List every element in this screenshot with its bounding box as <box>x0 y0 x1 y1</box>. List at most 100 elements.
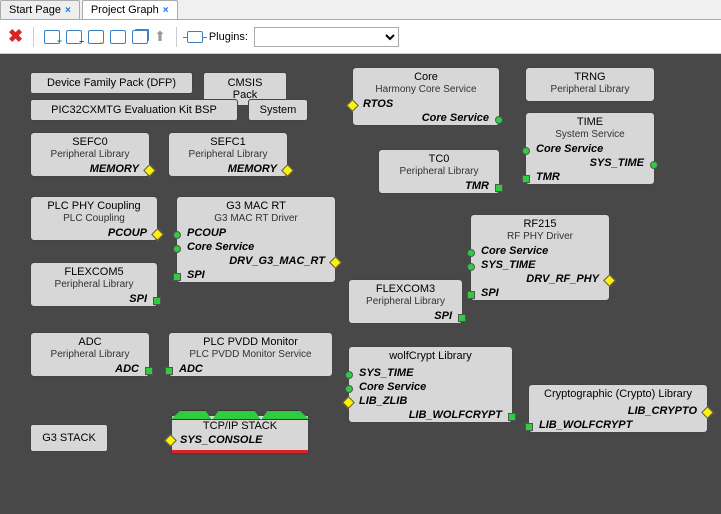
port-tmr: TMR <box>379 179 499 193</box>
square-port-icon[interactable] <box>522 175 530 183</box>
block-title: ADC <box>31 333 149 349</box>
block-title: wolfCrypt Library <box>349 347 512 366</box>
block-title: PLC PHY Coupling <box>31 197 157 213</box>
diamond-port-icon[interactable] <box>701 406 714 419</box>
component-icon[interactable] <box>110 30 126 44</box>
block-sefc0[interactable]: SEFC0 Peripheral Library MEMORY <box>30 132 150 177</box>
toolbar: ✖ ⬆ Plugins: <box>0 20 721 54</box>
block-subtitle: PLC Coupling <box>31 213 157 226</box>
block-g3mac[interactable]: G3 MAC RT G3 MAC RT Driver PCOUP Core Se… <box>176 196 336 283</box>
port-adc: ADC <box>31 362 149 376</box>
block-subtitle: Peripheral Library <box>31 349 149 362</box>
diamond-port-icon[interactable] <box>143 164 156 177</box>
block-title: SEFC0 <box>31 133 149 149</box>
tab-project-graph[interactable]: Project Graph × <box>82 0 178 19</box>
circle-port-icon[interactable] <box>650 161 658 169</box>
port-spi: SPI <box>177 268 335 282</box>
block-adc[interactable]: ADC Peripheral Library ADC <box>30 332 150 377</box>
circle-port-icon[interactable] <box>345 385 353 393</box>
port-lib-wolfcrypt: LIB_WOLFCRYPT <box>349 408 512 422</box>
block-sefc1[interactable]: SEFC1 Peripheral Library MEMORY <box>168 132 288 177</box>
diamond-port-icon[interactable] <box>281 164 294 177</box>
port-sys-time: SYS_TIME <box>349 366 512 380</box>
block-plcphy[interactable]: PLC PHY Coupling PLC Coupling PCOUP <box>30 196 158 241</box>
circle-port-icon[interactable] <box>345 371 353 379</box>
diamond-port-icon[interactable] <box>329 256 342 269</box>
plugins-label: Plugins: <box>209 31 248 43</box>
close-icon[interactable]: × <box>163 5 169 16</box>
block-pvdd[interactable]: PLC PVDD Monitor PLC PVDD Monitor Servic… <box>168 332 333 377</box>
diamond-port-icon[interactable] <box>603 274 616 287</box>
block-flexcom5[interactable]: FLEXCOM5 Peripheral Library SPI <box>30 262 158 307</box>
block-time[interactable]: TIME System Service Core Service SYS_TIM… <box>525 112 655 185</box>
port-spi: SPI <box>349 309 462 323</box>
tab-label: Start Page <box>9 4 61 16</box>
block-subtitle: Peripheral Library <box>349 296 462 309</box>
circle-port-icon[interactable] <box>522 147 530 155</box>
remove-component-icon[interactable] <box>66 30 82 44</box>
square-port-icon[interactable] <box>467 291 475 299</box>
square-port-icon[interactable] <box>508 413 516 421</box>
diamond-port-icon[interactable] <box>151 228 164 241</box>
circle-port-icon[interactable] <box>467 249 475 257</box>
delete-icon[interactable]: ✖ <box>8 26 23 47</box>
block-title: TIME <box>526 113 654 129</box>
block-flexcom3[interactable]: FLEXCOM3 Peripheral Library SPI <box>348 279 463 324</box>
btn-system[interactable]: System <box>248 99 308 121</box>
square-port-icon[interactable] <box>458 314 466 322</box>
circle-port-icon[interactable] <box>495 116 503 124</box>
square-port-icon[interactable] <box>145 367 153 375</box>
node-icon[interactable] <box>187 31 203 43</box>
block-rf215[interactable]: RF215 RF PHY Driver Core Service SYS_TIM… <box>470 214 610 301</box>
block-subtitle: Peripheral Library <box>169 149 287 162</box>
diamond-port-icon[interactable] <box>164 434 177 447</box>
graph-canvas[interactable]: Device Family Pack (DFP) CMSIS Pack PIC3… <box>0 54 721 514</box>
swap-component-icon[interactable] <box>88 30 104 44</box>
separator <box>33 27 34 47</box>
port-sys-time: SYS_TIME <box>471 258 609 272</box>
btn-dfp[interactable]: Device Family Pack (DFP) <box>30 72 193 94</box>
plugins-select[interactable] <box>254 27 399 47</box>
block-core[interactable]: Core Harmony Core Service RTOS Core Serv… <box>352 67 500 126</box>
port-tmr: TMR <box>526 170 654 184</box>
circle-port-icon[interactable] <box>467 263 475 271</box>
port-memory: MEMORY <box>169 162 287 176</box>
separator <box>176 27 177 47</box>
tab-label: Project Graph <box>91 4 159 16</box>
block-title: Core <box>353 68 499 84</box>
port-core-service: Core Service <box>526 142 654 156</box>
block-title: PLC PVDD Monitor <box>169 333 332 349</box>
tab-start-page[interactable]: Start Page × <box>0 0 80 19</box>
duplicate-icon[interactable] <box>132 30 148 44</box>
block-tcpip-stack[interactable]: TCP/IP STACK SYS_CONSOLE <box>170 414 310 455</box>
tab-bar: Start Page × Project Graph × <box>0 0 721 20</box>
circle-port-icon[interactable] <box>173 245 181 253</box>
block-tc0[interactable]: TC0 Peripheral Library TMR <box>378 149 500 194</box>
port-pcoup: PCOUP <box>177 226 335 240</box>
block-crypto[interactable]: Cryptographic (Crypto) Library LIB_CRYPT… <box>528 384 708 433</box>
block-subtitle: RF PHY Driver <box>471 231 609 244</box>
up-arrow-icon[interactable]: ⬆ <box>154 28 166 45</box>
add-component-icon[interactable] <box>44 30 60 44</box>
diamond-port-icon[interactable] <box>346 99 359 112</box>
square-port-icon[interactable] <box>525 423 533 431</box>
port-memory: MEMORY <box>31 162 149 176</box>
block-title: RF215 <box>471 215 609 231</box>
block-trng[interactable]: TRNG Peripheral Library <box>525 67 655 102</box>
port-lib-zlib: LIB_ZLIB <box>349 394 512 408</box>
port-core-service: Core Service <box>349 380 512 394</box>
close-icon[interactable]: × <box>65 5 71 16</box>
circle-port-icon[interactable] <box>173 231 181 239</box>
block-subtitle: G3 MAC RT Driver <box>177 213 335 226</box>
port-core-service: Core Service <box>471 244 609 258</box>
square-port-icon[interactable] <box>153 297 161 305</box>
square-port-icon[interactable] <box>165 367 173 375</box>
block-subtitle: System Service <box>526 129 654 142</box>
diamond-port-icon[interactable] <box>342 396 355 409</box>
block-wolfcrypt[interactable]: wolfCrypt Library SYS_TIME Core Service … <box>348 346 513 423</box>
square-port-icon[interactable] <box>495 184 503 192</box>
square-port-icon[interactable] <box>173 273 181 281</box>
btn-g3stack[interactable]: G3 STACK <box>30 424 108 452</box>
btn-bsp[interactable]: PIC32CXMTG Evaluation Kit BSP <box>30 99 238 121</box>
port-spi: SPI <box>31 292 157 306</box>
